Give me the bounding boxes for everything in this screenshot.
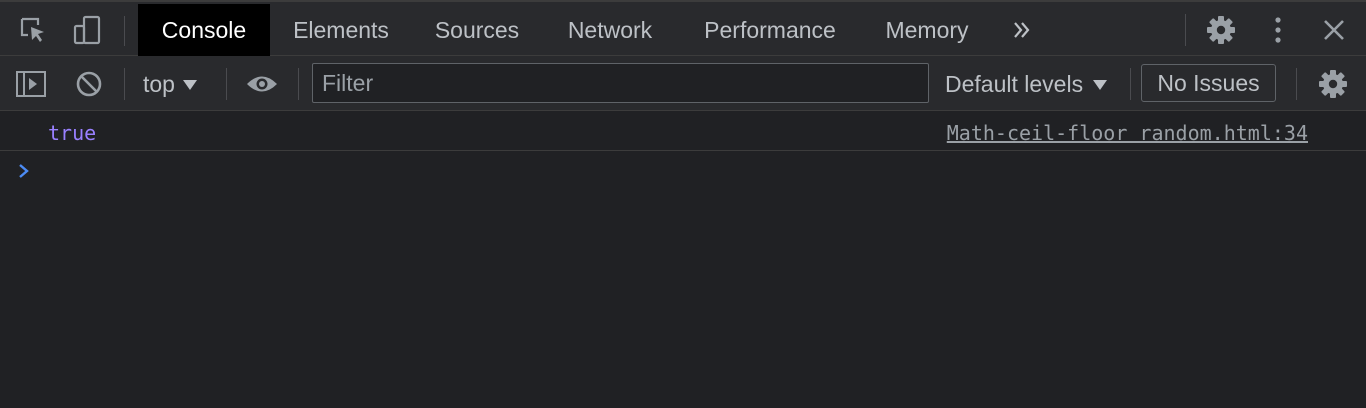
vertical-dots-icon[interactable]: [1262, 12, 1294, 48]
tab-label: Sources: [434, 16, 520, 43]
console-message-value: true: [48, 121, 97, 145]
issues-button[interactable]: No Issues: [1141, 64, 1276, 102]
console-output: true Math-ceil-floor random.html:34: [0, 111, 1366, 408]
tab-label: Console: [161, 16, 247, 43]
tab-label: Performance: [704, 16, 836, 43]
context-selector[interactable]: top: [143, 68, 197, 100]
context-selector-label: top: [143, 70, 175, 97]
toolbar-separator: [226, 68, 227, 100]
tab-label: Memory: [885, 16, 969, 43]
toolbar-separator: [124, 68, 125, 100]
tab-label: Network: [567, 16, 653, 43]
log-levels-dropdown[interactable]: Default levels: [945, 68, 1108, 100]
toolbar-separator: [1296, 68, 1297, 100]
console-toolbar: top Default levels No Issues: [0, 56, 1366, 111]
filter-input[interactable]: [312, 63, 929, 103]
tab-console[interactable]: Console: [138, 4, 270, 56]
caret-down-icon: [1093, 79, 1108, 90]
eye-icon[interactable]: [242, 66, 282, 102]
tab-network[interactable]: Network: [550, 4, 670, 56]
toolbar-separator: [298, 68, 299, 100]
tab-sources[interactable]: Sources: [418, 4, 536, 56]
tab-elements[interactable]: Elements: [276, 4, 406, 56]
tab-bar-separator: [124, 16, 125, 46]
tab-performance[interactable]: Performance: [686, 4, 854, 56]
toolbar-separator: [1130, 68, 1131, 100]
tab-bar-separator: [1185, 14, 1186, 46]
sidebar-toggle-icon[interactable]: [12, 66, 50, 102]
devtools-tab-bar: Console Elements Sources Network Perform…: [0, 0, 1366, 56]
inspect-element-icon[interactable]: [14, 12, 52, 48]
device-toggle-icon[interactable]: [68, 12, 106, 48]
chevron-right-icon: [17, 161, 31, 186]
tab-memory[interactable]: Memory: [868, 4, 986, 56]
close-icon[interactable]: [1316, 12, 1352, 48]
tab-label: Elements: [293, 16, 389, 43]
console-prompt[interactable]: [0, 151, 1366, 191]
console-settings-gear-icon[interactable]: [1314, 66, 1352, 102]
issues-label: No Issues: [1157, 69, 1260, 96]
chevron-double-right-icon[interactable]: [1004, 14, 1040, 46]
log-levels-label: Default levels: [945, 70, 1084, 97]
caret-down-icon: [182, 79, 197, 90]
clear-console-icon[interactable]: [70, 66, 108, 102]
gear-icon[interactable]: [1202, 12, 1240, 48]
console-message-source-link[interactable]: Math-ceil-floor random.html:34: [947, 121, 1308, 145]
console-message: true Math-ceil-floor random.html:34: [0, 111, 1366, 151]
